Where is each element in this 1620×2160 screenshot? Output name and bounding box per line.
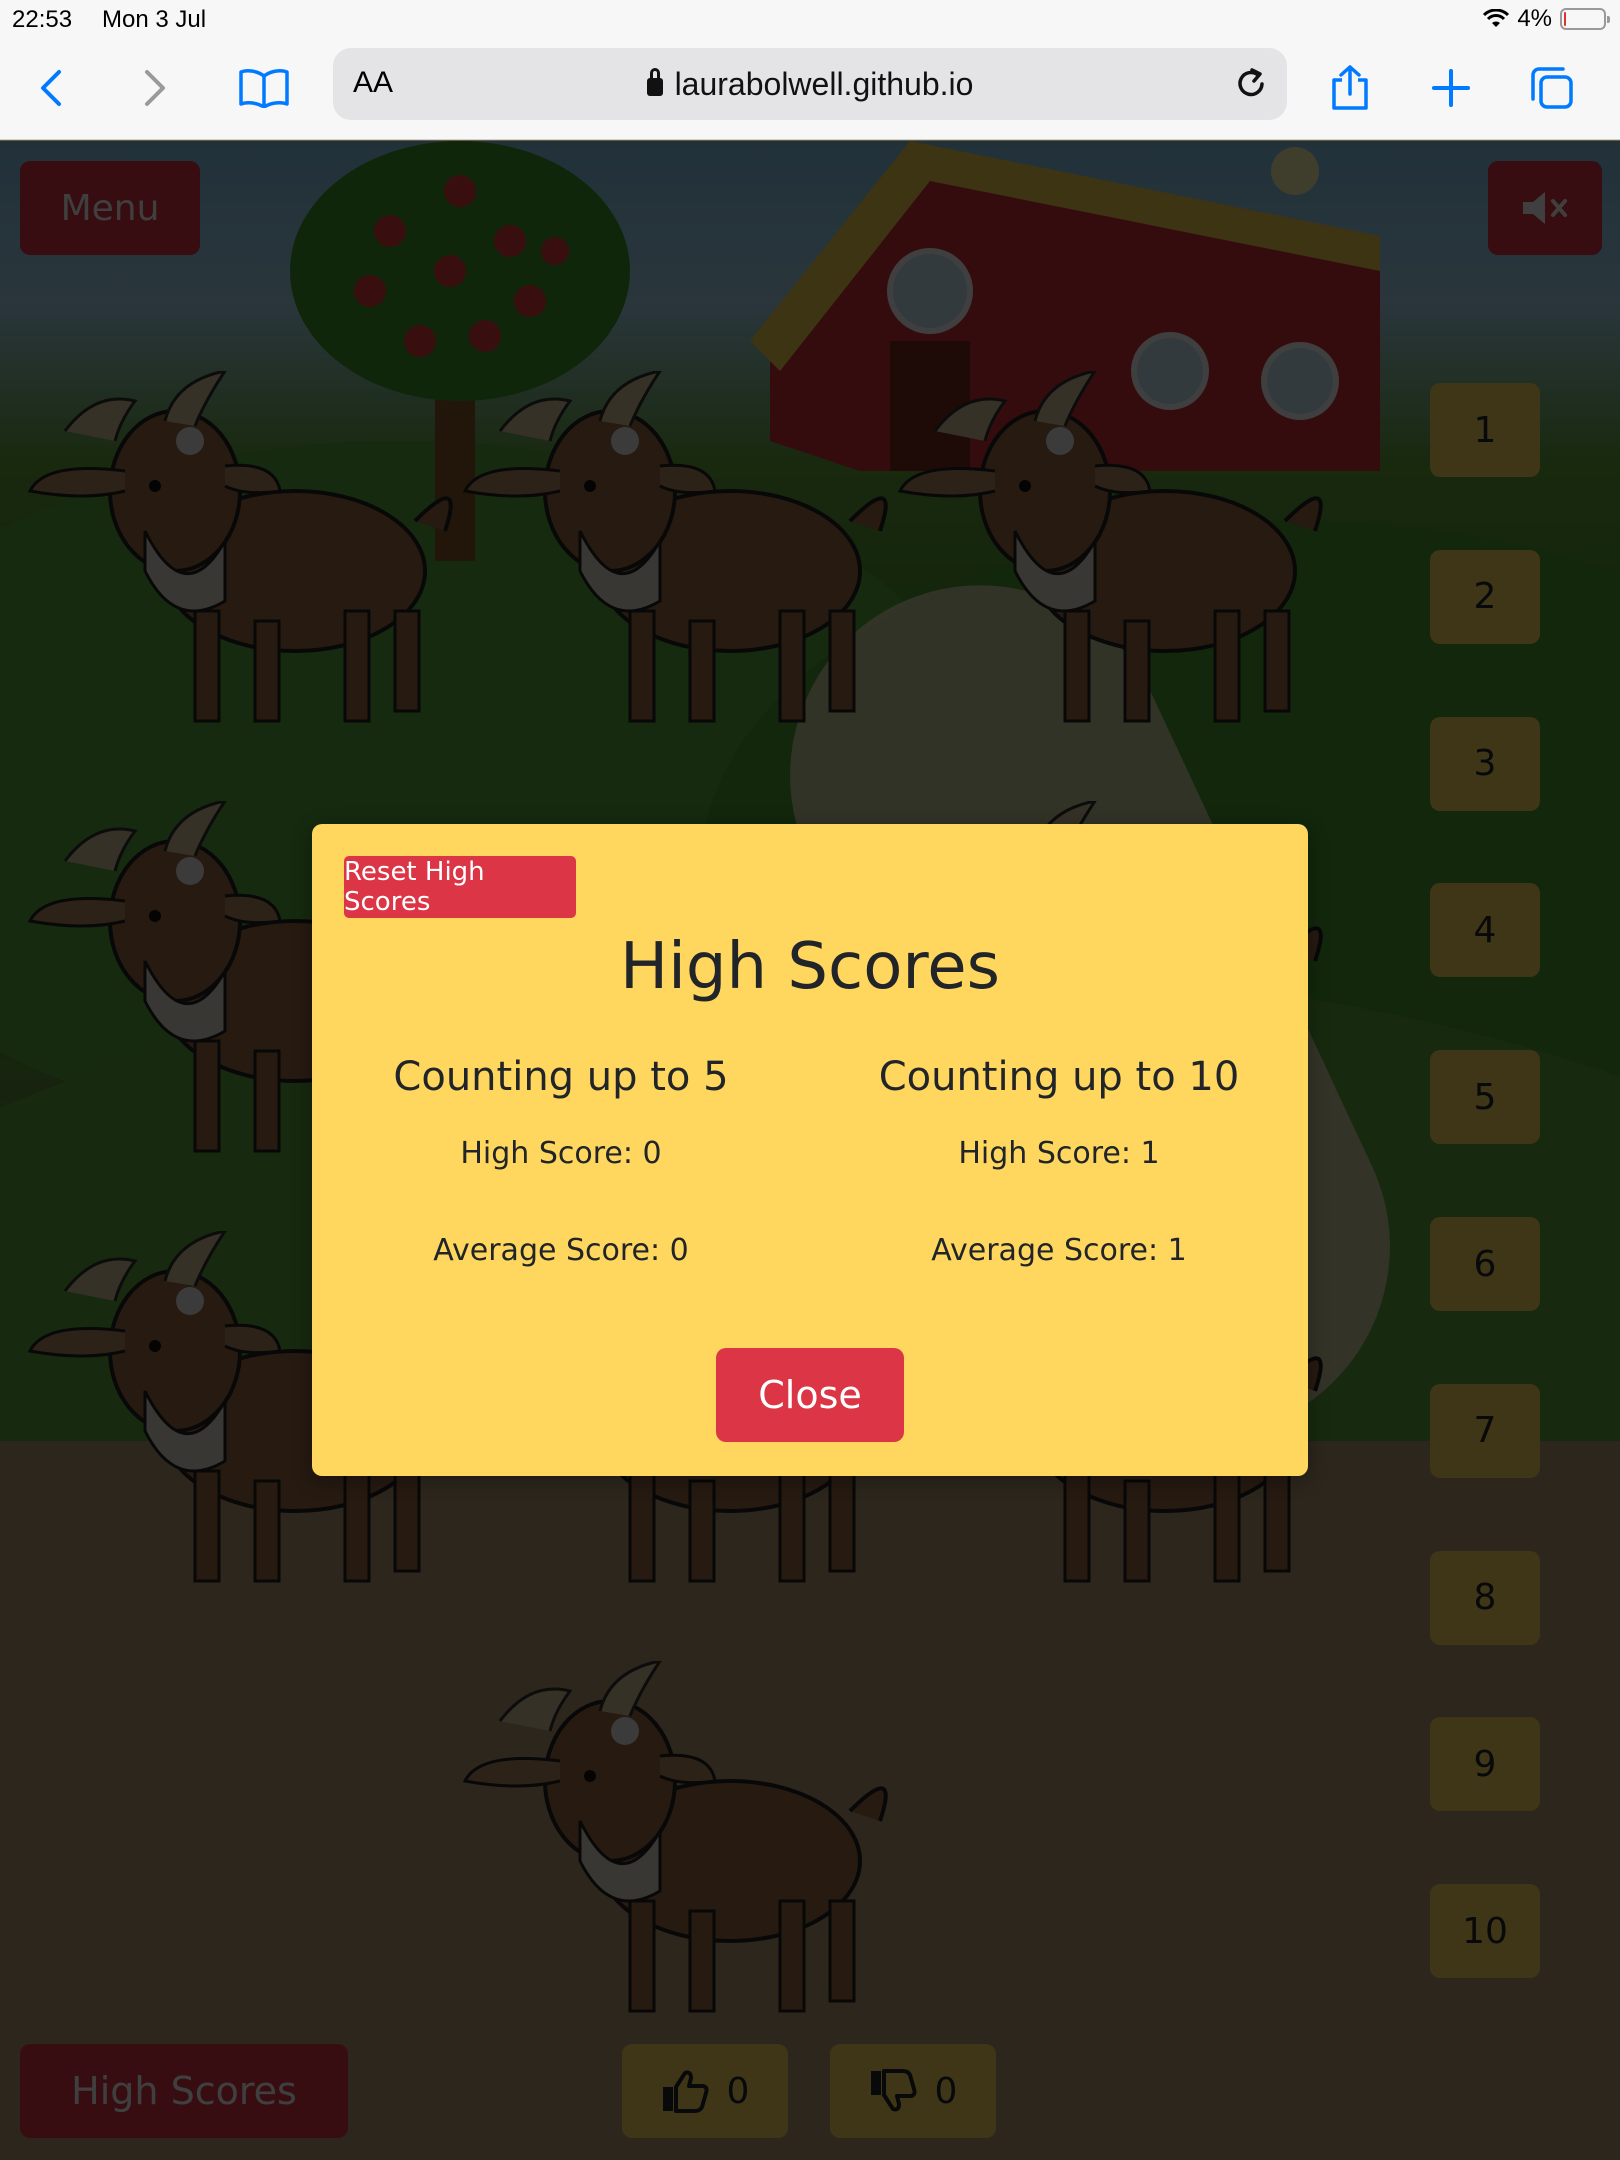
score-column-up-to-10: Counting up to 10 High Score: 1 Average … <box>810 1054 1308 1268</box>
reload-icon <box>1238 68 1264 97</box>
url-display: laurabolwell.github.io <box>333 66 1287 103</box>
battery-icon <box>1560 8 1610 30</box>
modal-title: High Scores <box>619 930 1001 1004</box>
book-icon <box>239 69 289 108</box>
status-time: 22:53 <box>12 6 73 33</box>
score-column-up-to-5: Counting up to 5 High Score: 0 Average S… <box>312 1054 810 1268</box>
new-tab-button[interactable] <box>1423 60 1479 116</box>
battery-level <box>1564 12 1566 26</box>
average-score-value: Average Score: 0 <box>433 1233 689 1268</box>
column-title: Counting up to 10 <box>878 1054 1240 1100</box>
tabs-button[interactable] <box>1524 60 1580 116</box>
column-title: Counting up to 5 <box>393 1054 729 1100</box>
high-scores-modal: Reset High Scores High Scores Counting u… <box>312 824 1308 1476</box>
wifi-icon <box>1483 9 1510 27</box>
high-score-value: High Score: 1 <box>958 1136 1160 1171</box>
plus-icon <box>1432 69 1470 107</box>
high-score-value: High Score: 0 <box>460 1136 662 1171</box>
chevron-right-icon <box>145 70 165 106</box>
tabs-icon <box>1531 67 1573 109</box>
battery-percent: 4% <box>1517 5 1552 32</box>
average-score-value: Average Score: 1 <box>931 1233 1187 1268</box>
back-button[interactable] <box>24 60 80 116</box>
share-button[interactable] <box>1322 60 1378 116</box>
forward-button[interactable] <box>126 60 182 116</box>
chevron-left-icon <box>41 70 61 106</box>
lock-icon <box>646 68 663 96</box>
status-indicators: 4% <box>1483 5 1610 33</box>
reset-high-scores-button[interactable]: Reset High Scores <box>344 856 576 918</box>
address-bar[interactable]: AA laurabolwell.github.io <box>333 48 1287 120</box>
share-icon <box>1332 65 1368 110</box>
url-text: laurabolwell.github.io <box>674 66 974 102</box>
status-date: Mon 3 Jul <box>102 6 207 33</box>
browser-toolbar: AA laurabolwell.github.io <box>0 40 1620 140</box>
status-bar: 22:53 Mon 3 Jul 4% <box>0 0 1620 40</box>
bookmarks-button[interactable] <box>236 60 292 116</box>
reload-button[interactable] <box>1229 62 1273 106</box>
close-button[interactable]: Close <box>716 1348 904 1442</box>
